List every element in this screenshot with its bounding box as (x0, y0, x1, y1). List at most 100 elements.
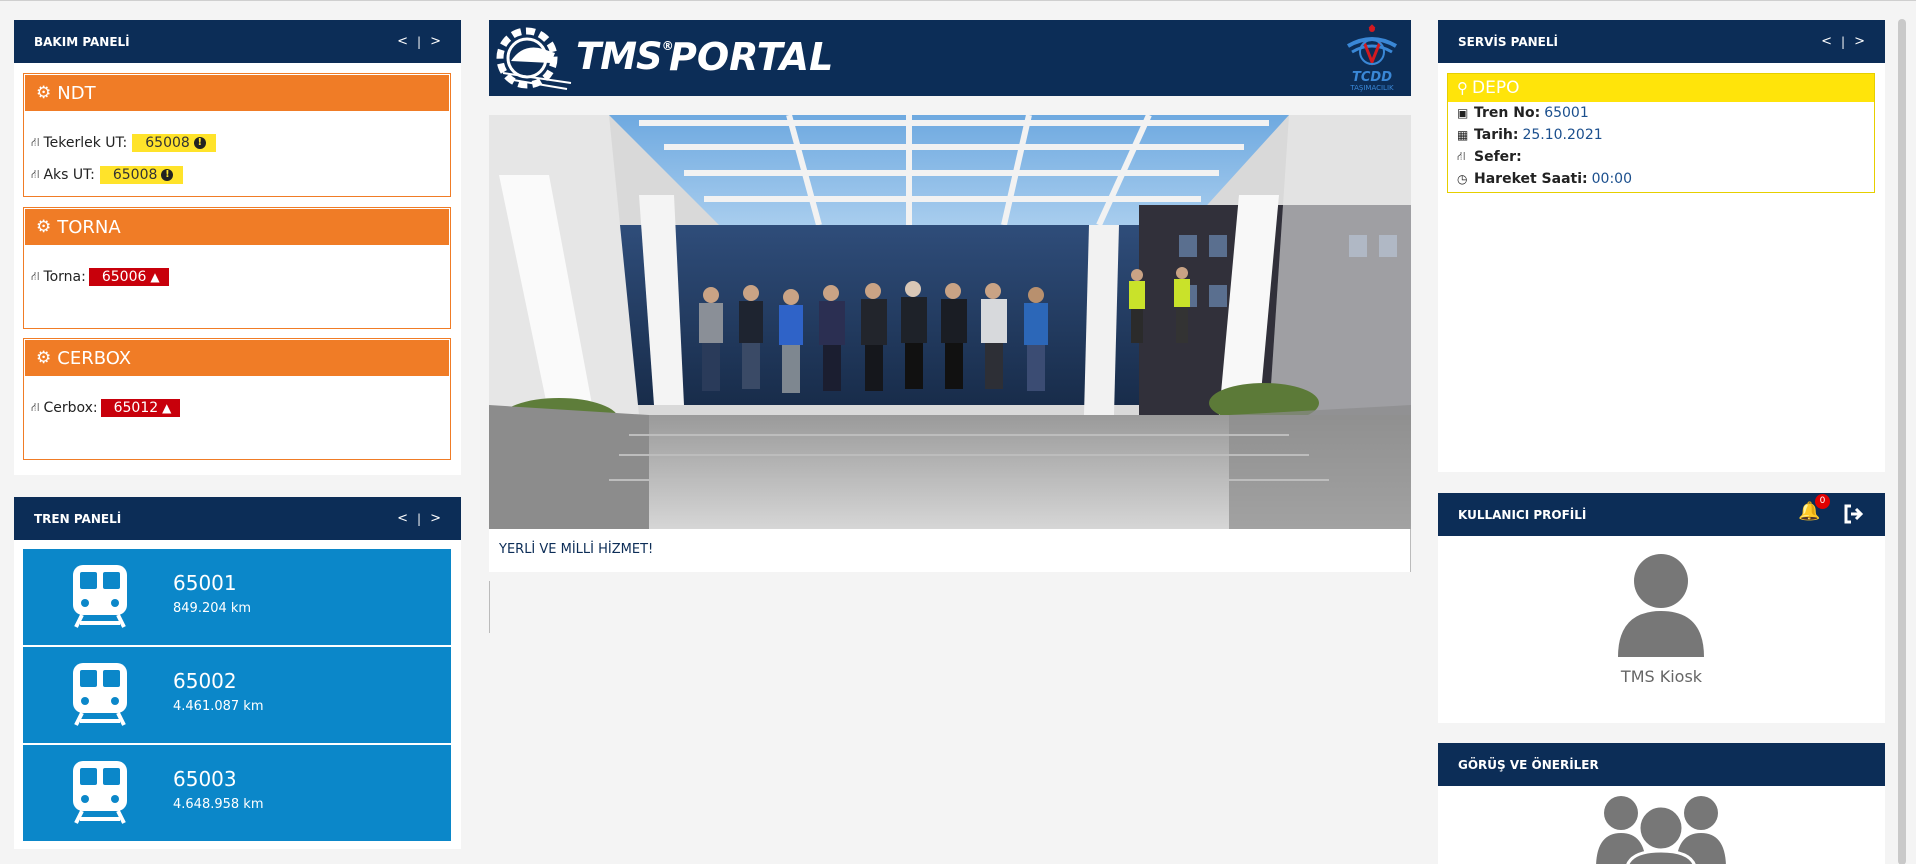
user-avatar-icon (1618, 554, 1704, 657)
ndt-box-header: ⚙ NDT (24, 74, 450, 112)
train-name: 65002 (173, 669, 237, 693)
user-profile-panel: KULLANICI PROFİLİ 🔔 0 TMS Kiosk (1438, 493, 1885, 723)
train-icon (73, 565, 127, 628)
row-label: Tren No: (1474, 105, 1541, 121)
next-arrow-icon[interactable]: > (430, 34, 441, 49)
row-label: Hareket Saati: (1474, 171, 1588, 187)
road-icon: ⛙ (31, 167, 40, 181)
train-km: 849.204 km (173, 601, 252, 616)
warning-badge[interactable]: 65008 ! (99, 166, 184, 184)
tcdd-logo: TCDD TAŞIMACILIK (1341, 22, 1403, 92)
depo-row-tarih: ▦ Tarih: 25.10.2021 (1448, 124, 1874, 146)
prev-arrow-icon[interactable]: < (397, 34, 408, 49)
train-item[interactable]: 65001 849.204 km (23, 549, 451, 646)
cerbox-row: ⛙ Cerbox: 65012 ▲ (24, 395, 450, 421)
nav-separator: | (1841, 34, 1846, 49)
gear-icon: ⚙ (36, 83, 52, 103)
torna-box-header: ⚙ TORNA (24, 208, 450, 246)
ndt-title: NDT (57, 82, 96, 104)
depo-box: ⚲ DEPO ▣ Tren No: 65001 ▦ Tarih: 25.10.2… (1447, 73, 1875, 193)
notification-count-badge: 0 (1815, 494, 1830, 509)
gear-icon: ⚙ (36, 217, 52, 237)
service-panel: SERVİS PANELİ < | > ⚲ DEPO ▣ Tren No: 65… (1438, 20, 1885, 472)
service-panel-title: SERVİS PANELİ (1458, 34, 1558, 49)
train-panel-nav: < | > (397, 511, 441, 526)
news-caption[interactable]: YERLİ VE MİLLİ HİZMET! (489, 529, 1411, 572)
train-item[interactable]: 65003 4.648.958 km (23, 745, 451, 842)
exclamation-circle-icon: ! (161, 169, 174, 181)
caption-divider (489, 581, 490, 633)
depo-row-sefer: ⛙ Sefer: (1448, 146, 1874, 168)
tcdd-logo-subtext: TAŞIMACILIK (1350, 84, 1394, 92)
train-icon (73, 663, 127, 726)
train-panel-title: TREN PANELİ (34, 511, 122, 526)
road-icon: ⛙ (31, 135, 40, 149)
feedback-panel: GÖRÜŞ VE ÖNERİLER (1438, 743, 1885, 864)
ndt-row-label: Tekerlek UT: (43, 135, 128, 151)
feedback-title: GÖRÜŞ VE ÖNERİLER (1458, 757, 1599, 772)
warning-triangle-icon: ▲ (150, 270, 160, 284)
page-scrollbar[interactable] (1898, 19, 1906, 864)
road-icon: ⛙ (31, 400, 40, 414)
ndt-row-aks: ⛙ Aks UT: 65008 ! (24, 162, 450, 188)
alert-badge[interactable]: 65006 ▲ (88, 268, 169, 286)
next-arrow-icon[interactable]: > (430, 511, 441, 526)
badge-value: 65012 (113, 400, 159, 416)
train-item[interactable]: 65002 4.461.087 km (23, 647, 451, 744)
cerbox-box: ⚙ CERBOX ⛙ Cerbox: 65012 ▲ (23, 338, 451, 460)
nav-separator: | (417, 511, 422, 526)
gear-icon: ⚙ (36, 348, 52, 368)
service-panel-nav: < | > (1821, 34, 1865, 49)
user-name: TMS Kiosk (1620, 667, 1703, 686)
torna-box: ⚙ TORNA ⛙ Torna: 65006 ▲ (23, 207, 451, 329)
badge-value: 65008 (112, 167, 158, 183)
ndt-box: ⚙ NDT ⛙ Tekerlek UT: 65008 ! ⛙ Aks UT: 6… (23, 73, 451, 197)
row-value: 00:00 (1591, 171, 1632, 187)
depo-title: DEPO (1472, 78, 1520, 98)
prev-arrow-icon[interactable]: < (397, 511, 408, 526)
torna-row-label: Torna: (43, 269, 86, 285)
brand-portal: PORTAL (669, 35, 834, 79)
train-name: 65001 (173, 571, 237, 595)
depo-row-tren-no: ▣ Tren No: 65001 (1448, 102, 1874, 124)
road-icon: ⛙ (1457, 149, 1466, 163)
train-km: 4.648.958 km (173, 797, 264, 812)
row-value: 25.10.2021 (1522, 127, 1603, 143)
depo-row-hareket: ◷ Hareket Saati: 00:00 (1448, 168, 1874, 190)
ndt-row-tekerlek: ⛙ Tekerlek UT: 65008 ! (24, 130, 450, 156)
train-icon: ▣ (1457, 106, 1469, 120)
brand-tms-text: TMS (576, 35, 663, 78)
clock-icon: ◷ (1457, 172, 1468, 186)
cerbox-title: CERBOX (57, 347, 132, 369)
train-panel-header: TREN PANELİ < | > (14, 497, 461, 540)
ndt-row-label: Aks UT: (43, 167, 95, 183)
calendar-icon: ▦ (1457, 128, 1469, 142)
prev-arrow-icon[interactable]: < (1821, 34, 1832, 49)
cerbox-row-label: Cerbox: (43, 400, 98, 416)
depo-header: ⚲ DEPO (1448, 74, 1874, 102)
warning-badge[interactable]: 65008 ! (132, 134, 216, 152)
nav-separator: | (417, 34, 422, 49)
portal-banner: TMS® PORTAL TCDD TAŞIMACILIK (489, 20, 1411, 96)
alert-badge[interactable]: 65012 ▲ (100, 399, 181, 417)
news-photo[interactable] (489, 115, 1411, 529)
train-name: 65003 (173, 767, 237, 791)
logout-icon[interactable] (1843, 504, 1865, 524)
user-profile-title: KULLANICI PROFİLİ (1458, 507, 1587, 522)
road-icon: ⛙ (31, 269, 40, 283)
badge-value: 65008 (145, 135, 190, 151)
tcdd-logo-text: TCDD (1352, 70, 1392, 85)
maintenance-panel-title: BAKIM PANELİ (34, 34, 130, 49)
service-panel-header: SERVİS PANELİ < | > (1438, 20, 1885, 63)
maintenance-panel-nav: < | > (397, 34, 441, 49)
brand-tms: TMS® (576, 35, 674, 78)
building-group-photo (489, 115, 1411, 529)
tms-gear-logo-icon (496, 27, 572, 90)
warning-triangle-icon: ▲ (162, 401, 172, 415)
row-label: Tarih: (1474, 127, 1519, 143)
maintenance-panel: BAKIM PANELİ < | > ⚙ NDT ⛙ Tekerlek UT: … (14, 20, 461, 475)
maintenance-panel-header: BAKIM PANELİ < | > (14, 20, 461, 63)
train-panel: TREN PANELİ < | > 65001 849.204 km 65002 (14, 497, 461, 849)
next-arrow-icon[interactable]: > (1854, 34, 1865, 49)
exclamation-circle-icon: ! (193, 137, 206, 149)
